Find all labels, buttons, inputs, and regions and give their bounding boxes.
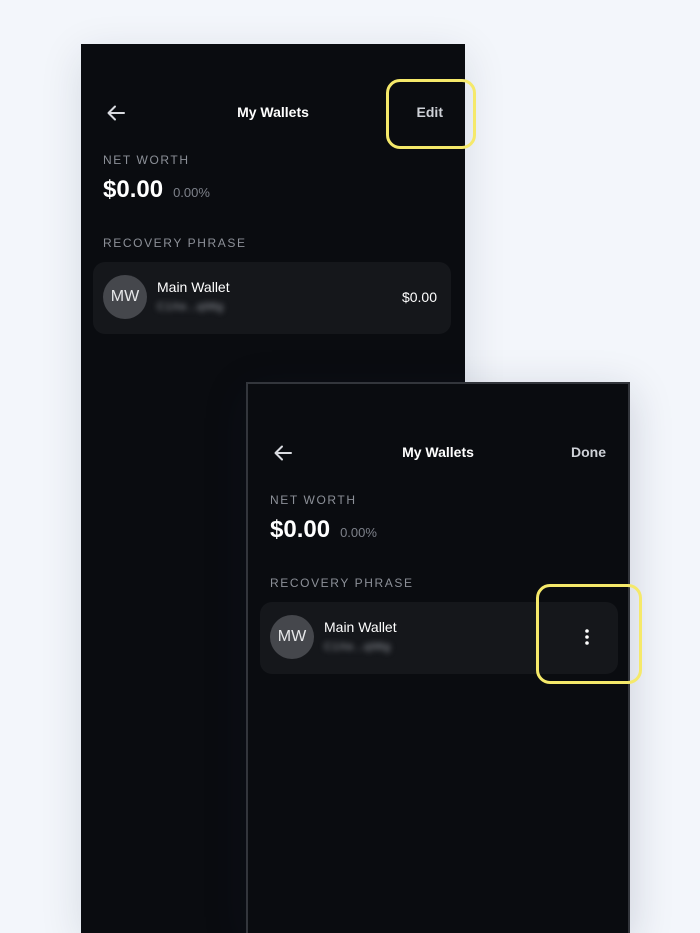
- wallet-address-masked: C1Xe...q98g: [157, 301, 224, 313]
- net-worth-label: NET WORTH: [270, 493, 357, 507]
- net-worth-change: 0.00%: [173, 185, 210, 200]
- net-worth-row: $0.00 0.00%: [270, 516, 377, 544]
- wallet-address-masked: C1Xe...q98g: [324, 641, 391, 653]
- wallet-name: Main Wallet: [324, 619, 397, 635]
- done-button[interactable]: Done: [571, 444, 606, 460]
- recovery-phrase-label: RECOVERY PHRASE: [103, 236, 247, 250]
- wallet-card-main[interactable]: MW Main Wallet C1Xe...q98g $0.00: [93, 262, 451, 334]
- wallet-avatar: MW: [270, 615, 314, 659]
- wallet-avatar: MW: [103, 275, 147, 319]
- net-worth-value: $0.00: [103, 176, 164, 203]
- net-worth-label: NET WORTH: [103, 153, 190, 167]
- wallet-name: Main Wallet: [157, 279, 230, 295]
- wallet-card-main[interactable]: MW Main Wallet C1Xe...q98g: [260, 602, 618, 674]
- page-title: My Wallets: [237, 104, 309, 120]
- net-worth-row: $0.00 0.00%: [103, 176, 210, 204]
- wallets-screen-edit: My Wallets Done NET WORTH $0.00 0.00% RE…: [246, 382, 630, 933]
- recovery-phrase-label: RECOVERY PHRASE: [270, 576, 414, 590]
- more-vertical-icon[interactable]: [580, 626, 594, 648]
- net-worth-value: $0.00: [270, 516, 331, 543]
- wallet-balance: $0.00: [401, 289, 437, 305]
- net-worth-change: 0.00%: [340, 525, 377, 540]
- edit-button[interactable]: Edit: [417, 104, 443, 120]
